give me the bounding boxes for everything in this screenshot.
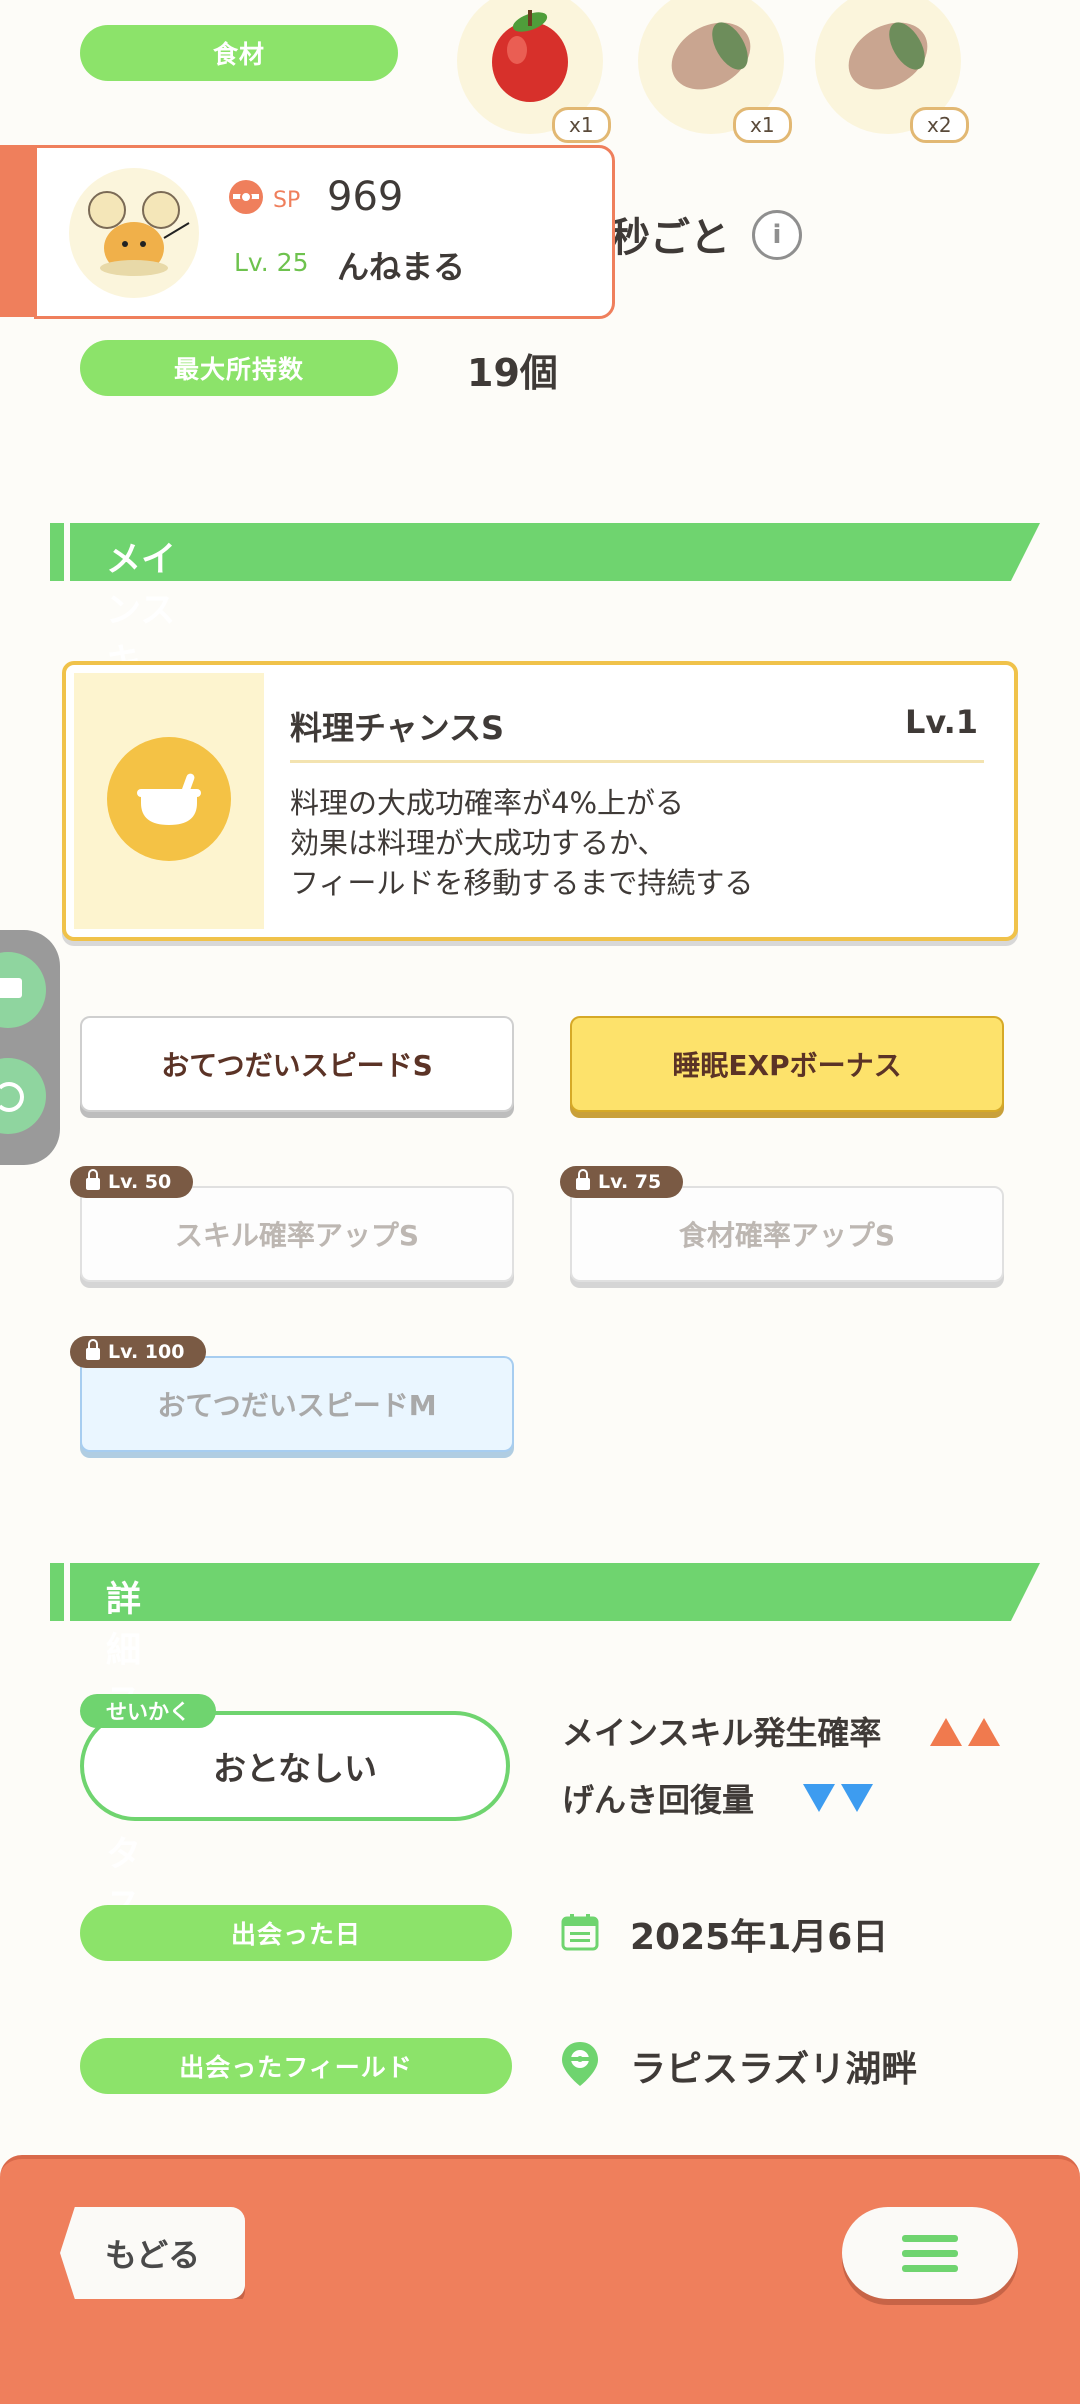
main-skill-desc-3: フィールドを移動するまで持続する [290,866,754,900]
nature-tag: せいかく [80,1694,216,1728]
stat-up-arrows-icon [930,1718,1000,1746]
stat-down-arrows-icon [803,1784,873,1812]
met-field-label: 出会ったフィールド [80,2038,512,2094]
main-skill-card[interactable]: 料理チャンスS Lv.1 料理の大成功確率が4%上がる 効果は料理が大成功するか… [62,661,1018,941]
footer-bar: もどる [0,2155,1080,2404]
pokemon-nickname: んねまる [337,248,466,286]
sp-value: 969 [327,174,404,220]
met-date-label: 出会った日 [80,1905,512,1961]
pokemon-level: Lv. 25 [234,248,309,277]
lock-badge-lv100: Lv. 100 [70,1336,207,1368]
ingredients-label: 食材 [80,25,398,81]
lock-icon [576,1169,590,1190]
met-field-value: ラピスラズリ湖畔 [630,2049,918,2090]
sub-skill-5[interactable]: おてつだいスピードM [80,1356,514,1452]
chat-icon[interactable] [0,952,46,1028]
menu-button[interactable] [842,2207,1018,2299]
lock-icon [86,1169,100,1190]
main-skill-level: Lv.1 [904,703,978,741]
sub-skill-1[interactable]: おてつだいスピードS [80,1016,514,1112]
ingredient-count-1: x1 [552,107,611,143]
lock-badge-lv75: Lv. 75 [560,1166,684,1198]
help-interval-text: 秒ごと [610,215,730,261]
max-carry-label: 最大所持数 [80,340,398,396]
nature-up-stat: メインスキル発生確率 [562,1714,882,1752]
menu-icon [902,2235,958,2272]
main-skill-desc-2: 効果は料理が大成功するか、 [290,826,667,860]
main-skill-desc-1: 料理の大成功確率が4%上がる [290,786,685,820]
max-carry-value: 19個 [467,351,558,395]
dedenne-icon [88,191,190,276]
side-dock [0,930,60,1165]
info-icon[interactable]: i [752,210,802,260]
lock-badge-lv50: Lv. 50 [70,1166,194,1198]
sub-skill-4[interactable]: 食材確率アップS [570,1186,1004,1282]
met-date-value: 2025年1月6日 [630,1917,889,1958]
broadcast-icon[interactable] [0,1058,46,1134]
ingredient-count-2: x1 [733,107,792,143]
ingredient-count-3: x2 [910,107,969,143]
cooking-pot-icon [107,737,231,861]
lock-icon [86,1339,100,1360]
sp-icon [229,180,263,214]
back-button[interactable]: もどる [60,2207,245,2299]
pokemon-avatar [69,168,199,298]
map-pin-icon [562,2042,598,2086]
calendar-icon [561,1914,599,1951]
sub-skill-2[interactable]: 睡眠EXPボーナス [570,1016,1004,1112]
sub-skill-3[interactable]: スキル確率アップS [80,1186,514,1282]
nature-down-stat: げんき回復量 [562,1781,755,1819]
sp-label: SP [273,188,301,213]
profile-card[interactable]: SP 969 Lv. 25 んねまる [34,145,615,319]
main-skill-name: 料理チャンスS [290,709,505,747]
